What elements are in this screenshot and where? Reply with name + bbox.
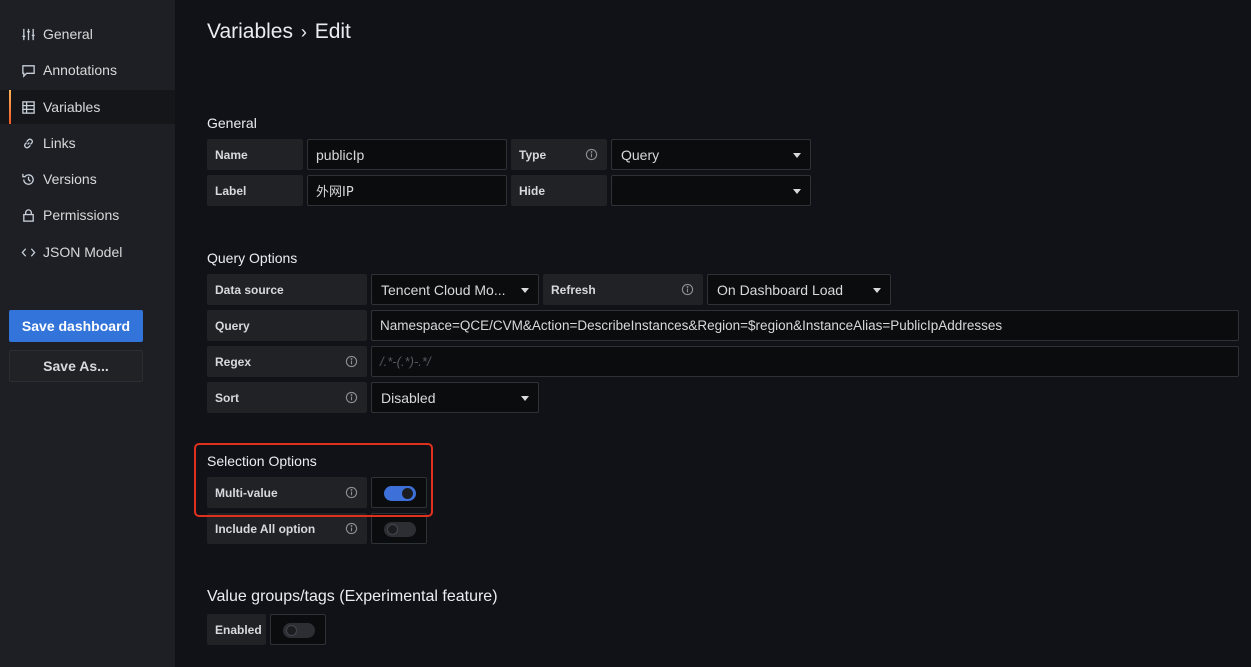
chevron-down-icon xyxy=(793,153,801,158)
multi-value-label: Multi-value xyxy=(207,477,367,508)
general-section-title: General xyxy=(207,115,257,131)
sidebar-item-variables[interactable]: Variables xyxy=(0,90,175,124)
info-icon[interactable] xyxy=(345,355,358,368)
regex-label-text: Regex xyxy=(215,354,252,369)
toggle-knob xyxy=(286,625,297,636)
settings-sidebar: General Annotations Variables Links Vers… xyxy=(0,0,175,667)
refresh-select[interactable]: On Dashboard Load xyxy=(707,274,891,305)
sidebar-item-links[interactable]: Links xyxy=(0,126,175,160)
sidebar-item-label: Links xyxy=(43,135,76,151)
sidebar-item-label: JSON Model xyxy=(43,244,123,260)
breadcrumb-variables[interactable]: Variables xyxy=(207,20,293,43)
value-groups-section-title: Value groups/tags (Experimental feature) xyxy=(207,588,498,605)
type-label-text: Type xyxy=(519,147,547,162)
name-input[interactable]: publicIp xyxy=(307,139,507,170)
label-input-value: 外网IP xyxy=(316,185,354,200)
lock-icon xyxy=(20,207,36,223)
label-input[interactable]: 外网IP xyxy=(307,175,507,206)
multi-value-label-text: Multi-value xyxy=(215,485,278,500)
breadcrumb-separator: › xyxy=(300,22,307,42)
datasource-select-value: Tencent Cloud Mo... xyxy=(381,281,506,298)
sidebar-item-label: Versions xyxy=(43,171,97,187)
query-label: Query xyxy=(207,310,367,341)
sidebar-item-label: Annotations xyxy=(43,62,117,78)
toggle-knob xyxy=(402,488,413,499)
type-select[interactable]: Query xyxy=(611,139,811,170)
info-icon[interactable] xyxy=(345,522,358,535)
sidebar-item-general[interactable]: General xyxy=(0,17,175,51)
hide-label: Hide xyxy=(511,175,607,206)
sidebar-item-versions[interactable]: Versions xyxy=(0,162,175,196)
info-icon[interactable] xyxy=(585,148,598,161)
save-as-button[interactable]: Save As... xyxy=(9,350,143,382)
table-icon xyxy=(20,99,36,115)
sidebar-item-json-model[interactable]: JSON Model xyxy=(0,235,175,269)
sidebar-item-label: General xyxy=(43,26,93,42)
sort-label: Sort xyxy=(207,382,367,413)
query-input[interactable]: Namespace=QCE/CVM&Action=DescribeInstanc… xyxy=(371,310,1239,341)
save-dashboard-button[interactable]: Save dashboard xyxy=(9,310,143,342)
refresh-select-value: On Dashboard Load xyxy=(717,281,844,298)
sort-label-text: Sort xyxy=(215,390,239,405)
regex-label: Regex xyxy=(207,346,367,377)
info-icon[interactable] xyxy=(345,391,358,404)
code-icon xyxy=(20,244,36,260)
regex-input[interactable]: /.*-(.*)-.*/ xyxy=(371,346,1239,377)
enabled-label: Enabled xyxy=(207,614,266,645)
datasource-label: Data source xyxy=(207,274,367,305)
toggle-knob xyxy=(387,524,398,535)
include-all-switch-box xyxy=(371,513,427,544)
selection-options-section-title: Selection Options xyxy=(207,453,317,469)
sidebar-item-label: Variables xyxy=(43,99,101,115)
breadcrumb-edit: Edit xyxy=(314,20,351,43)
sliders-icon xyxy=(20,26,36,42)
enabled-toggle[interactable] xyxy=(283,623,315,638)
chevron-down-icon xyxy=(521,288,529,293)
multi-value-toggle[interactable] xyxy=(384,486,416,501)
type-select-value: Query xyxy=(621,146,660,163)
link-icon xyxy=(20,135,36,151)
enabled-switch-box xyxy=(270,614,326,645)
include-all-label: Include All option xyxy=(207,513,367,544)
history-icon xyxy=(20,171,36,187)
chevron-down-icon xyxy=(873,288,881,293)
sort-select-value: Disabled xyxy=(381,389,436,406)
refresh-label: Refresh xyxy=(543,274,703,305)
refresh-label-text: Refresh xyxy=(551,282,596,297)
sort-select[interactable]: Disabled xyxy=(371,382,539,413)
type-label: Type xyxy=(511,139,607,170)
sidebar-item-label: Permissions xyxy=(43,207,120,223)
info-icon[interactable] xyxy=(681,283,694,296)
sidebar-item-annotations[interactable]: Annotations xyxy=(0,53,175,87)
info-icon[interactable] xyxy=(345,486,358,499)
hide-select[interactable] xyxy=(611,175,811,206)
include-all-toggle[interactable] xyxy=(384,522,416,537)
datasource-select[interactable]: Tencent Cloud Mo... xyxy=(371,274,539,305)
query-options-section-title: Query Options xyxy=(207,250,298,266)
chevron-down-icon xyxy=(793,189,801,194)
sidebar-item-permissions[interactable]: Permissions xyxy=(0,198,175,232)
comment-icon xyxy=(20,62,36,78)
chevron-down-icon xyxy=(521,396,529,401)
label-label: Label xyxy=(207,175,303,206)
page-title: Variables › Edit xyxy=(207,20,351,44)
multi-value-switch-box xyxy=(371,477,427,508)
include-all-label-text: Include All option xyxy=(215,521,316,536)
name-label: Name xyxy=(207,139,303,170)
